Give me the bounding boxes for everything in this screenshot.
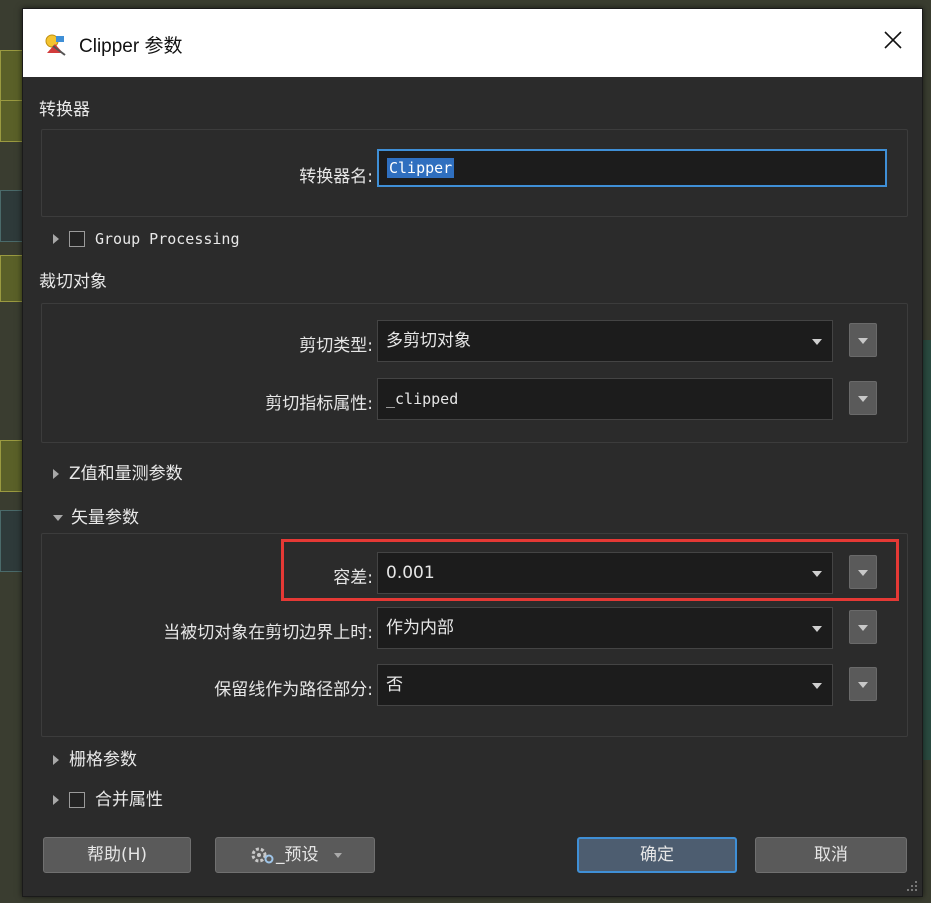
- group-processing-label: Group Processing: [95, 230, 240, 248]
- help-button-label: 帮助(H): [86, 845, 148, 865]
- chevron-down-icon[interactable]: [812, 626, 822, 632]
- group-processing-row[interactable]: Group Processing: [53, 229, 240, 249]
- transformer-section-label: 转换器: [39, 100, 90, 120]
- cancel-button[interactable]: 取消: [755, 837, 907, 873]
- expand-arrow-icon[interactable]: [53, 234, 59, 244]
- clipper-parameters-dialog: Clipper 参数 转换器 转换器名: Clipper Group Proce…: [22, 8, 923, 897]
- transformer-name-label: 转换器名:: [299, 167, 373, 187]
- vector-section-label: 矢量参数: [71, 508, 139, 528]
- cancel-button-label: 取消: [814, 845, 848, 865]
- chevron-down-icon: [858, 396, 868, 402]
- fme-transformer-icon: [45, 34, 66, 56]
- chevron-down-icon: [858, 338, 868, 344]
- chevron-down-icon[interactable]: [812, 339, 822, 345]
- clip-type-options-button[interactable]: [849, 323, 877, 357]
- clip-indicator-value: _clipped: [386, 390, 459, 408]
- gear-icon: [251, 847, 274, 864]
- clip-type-select[interactable]: 多剪切对象: [377, 320, 833, 362]
- merge-attributes-row[interactable]: 合并属性: [53, 785, 163, 810]
- chevron-down-icon[interactable]: [812, 683, 822, 689]
- background-canvas-node: [0, 100, 24, 142]
- merge-attributes-checkbox[interactable]: [69, 792, 85, 808]
- clip-type-label: 剪切类型:: [299, 336, 373, 356]
- clip-indicator-options-button[interactable]: [849, 381, 877, 415]
- chevron-down-icon: [333, 852, 342, 858]
- dialog-title: Clipper 参数: [79, 36, 183, 57]
- background-canvas-node: [0, 440, 24, 492]
- on-boundary-value: 作为内部: [386, 618, 454, 638]
- expand-arrow-icon[interactable]: [53, 469, 59, 479]
- raster-section-label: 栅格参数: [69, 750, 137, 770]
- preserve-lines-select[interactable]: 否: [377, 664, 833, 706]
- background-canvas-node: [0, 255, 24, 302]
- clip-section-label: 裁切对象: [39, 272, 107, 292]
- tolerance-highlight-annotation: [281, 539, 899, 601]
- clip-indicator-input[interactable]: _clipped: [377, 378, 833, 420]
- collapse-arrow-icon[interactable]: [53, 515, 63, 521]
- on-boundary-label: 当被切对象在剪切边界上时:: [163, 623, 373, 643]
- presets-button[interactable]: _预设: [215, 837, 375, 873]
- ok-button[interactable]: 确定: [577, 837, 737, 873]
- ok-button-label: 确定: [640, 845, 674, 865]
- transformer-name-input[interactable]: Clipper: [377, 149, 887, 187]
- preserve-lines-label: 保留线作为路径部分:: [214, 680, 373, 700]
- expand-arrow-icon[interactable]: [53, 795, 59, 805]
- chevron-down-icon: [858, 625, 868, 631]
- clip-indicator-label: 剪切指标属性:: [265, 394, 373, 414]
- clip-type-value: 多剪切对象: [386, 331, 471, 351]
- presets-button-label: _预设: [276, 845, 319, 865]
- preserve-lines-value: 否: [386, 675, 403, 695]
- background-canvas-node: [0, 190, 24, 242]
- z-section-label: Z值和量测参数: [69, 464, 183, 484]
- help-button[interactable]: 帮助(H): [43, 837, 191, 873]
- preserve-lines-options-button[interactable]: [849, 667, 877, 701]
- background-canvas-node: [0, 510, 24, 572]
- close-icon[interactable]: [878, 25, 908, 55]
- transformer-name-value: Clipper: [387, 158, 455, 178]
- vector-section-expander[interactable]: 矢量参数: [53, 503, 139, 528]
- resize-grip-icon[interactable]: [904, 878, 918, 892]
- on-boundary-select[interactable]: 作为内部: [377, 607, 833, 649]
- group-processing-checkbox[interactable]: [69, 231, 85, 247]
- on-boundary-options-button[interactable]: [849, 610, 877, 644]
- merge-attributes-label: 合并属性: [95, 790, 163, 810]
- chevron-down-icon: [858, 682, 868, 688]
- expand-arrow-icon[interactable]: [53, 755, 59, 765]
- title-bar: Clipper 参数: [23, 9, 922, 77]
- z-section-expander[interactable]: Z值和量测参数: [53, 459, 183, 484]
- raster-section-expander[interactable]: 栅格参数: [53, 745, 137, 770]
